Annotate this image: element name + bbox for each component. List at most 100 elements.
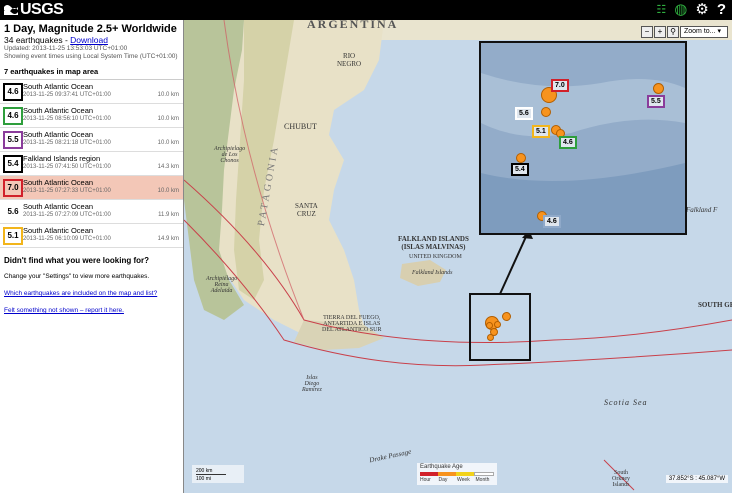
map-area-count: 7 earthquakes in map area: [4, 67, 99, 76]
earthquake-list-item[interactable]: 5.6 South Atlantic Ocean 2013-11-25 07:27:…: [0, 200, 183, 224]
magnitude-badge: 5.4: [3, 155, 23, 173]
feed-title: 1 Day, Magnitude 2.5+ Worldwide: [4, 23, 177, 35]
earthquake-place: South Atlantic Ocean: [23, 130, 94, 139]
earthquake-place: South Atlantic Ocean: [23, 82, 94, 91]
earthquake-place: South Atlantic Ocean: [23, 226, 94, 235]
label-chonos: Archipielago de Los Chonos: [214, 146, 246, 164]
earthquake-list-item[interactable]: 4.6 South Atlantic Ocean 2013-11-25 09:37:…: [0, 80, 183, 104]
earthquake-time: 2013-11-25 08:56:10 UTC+01:00: [23, 116, 111, 122]
label-diego-ramirez: Islas Diego Ramírez: [302, 375, 322, 393]
earthquake-depth: 14.9 km: [157, 236, 179, 242]
earthquake-list-item[interactable]: 5.1 South Atlantic Ocean 2013-11-25 06:10:…: [0, 224, 183, 248]
epicenter[interactable]: [494, 321, 501, 328]
inset-label-5-5: 5.5: [647, 95, 665, 108]
earthquake-time: 2013-11-25 06:10:09 UTC+01:00: [23, 236, 111, 242]
magnitude-badge: 4.6: [3, 107, 23, 125]
earthquake-time: 2013-11-25 08:21:18 UTC+01:00: [23, 140, 111, 146]
legend-color-month: [474, 472, 494, 476]
usgs-wave-icon: [4, 5, 18, 15]
magnitude-badge: 4.6: [3, 83, 23, 101]
label-rio-negro: RIO NEGRO: [337, 52, 362, 68]
earthquake-list-item[interactable]: 7.0 South Atlantic Ocean 2013-11-25 07:27:…: [0, 176, 183, 200]
earthquake-depth: 14.3 km: [157, 164, 179, 170]
epicenter[interactable]: [502, 312, 511, 321]
help-title: Didn't find what you were looking for?: [4, 256, 150, 265]
map-view[interactable]: ARGENTINA RIO NEGRO CHUBUT SANTA CRUZ PA…: [184, 20, 732, 493]
earthquake-list: 4.6 South Atlantic Ocean 2013-11-25 09:37:…: [0, 79, 183, 248]
inset-label-4-6: 4.6: [543, 215, 561, 228]
legend-color-week: [456, 472, 474, 476]
usgs-logo[interactable]: USGS: [4, 1, 64, 19]
label-reina-adelaida: Archipiélago Reina Adelaida: [206, 276, 238, 294]
updated-text: Updated: 2013-11-25 13:53:03 UTC+01:00: [4, 45, 128, 52]
zoom-to-label: Zoom to...: [684, 28, 716, 35]
earthquake-depth: 10.0 km: [157, 92, 179, 98]
timezone-note: Showing event times using Local System T…: [4, 53, 178, 60]
earthquake-sidebar: 1 Day, Magnitude 2.5+ Worldwide 34 earth…: [0, 20, 184, 493]
legend-hour: Hour: [420, 477, 431, 483]
which-earthquakes-link[interactable]: Which earthquakes are included on the ma…: [4, 290, 179, 297]
scale-bar: 200 km 100 mi: [192, 465, 244, 483]
zoom-inset: 7.0 5.5 5.6 5.1 4.6 5.4 4.6: [479, 41, 687, 235]
earthquake-time: 2013-11-25 07:27:09 UTC+01:00: [23, 212, 111, 218]
earthquake-time: 2013-11-25 07:41:50 UTC+01:00: [23, 164, 111, 170]
label-tierra-del-fuego: TIERRA DEL FUEGO, ANTARTIDA E ISLAS DEL …: [322, 315, 382, 333]
epicenter[interactable]: [487, 334, 494, 341]
label-santa-cruz: SANTA CRUZ: [295, 202, 318, 218]
earthquake-time: 2013-11-25 09:37:41 UTC+01:00: [23, 92, 111, 98]
inset-label-5-6: 5.6: [515, 107, 533, 120]
inset-relief: [481, 43, 685, 233]
legend-week: Week: [457, 477, 470, 483]
help-text: Change your "Settings" to view more eart…: [4, 273, 150, 280]
epicenter-5-6[interactable]: [541, 107, 551, 117]
zoom-in-button[interactable]: +: [654, 26, 666, 38]
settings-gear-icon[interactable]: ⚙: [695, 1, 708, 19]
earthquake-depth: 10.0 km: [157, 188, 179, 194]
epicenter-5-4[interactable]: [516, 153, 526, 163]
inset-label-7-0: 7.0: [551, 79, 569, 92]
label-argentina: ARGENTINA: [307, 20, 399, 31]
zoom-to-select[interactable]: Zoom to... ▾: [680, 26, 728, 38]
top-bar: USGS ☷ ◍ ⚙ ?: [0, 0, 732, 20]
earthquake-list-item[interactable]: 5.4 Falkland Islands region 2013-11-25 07:…: [0, 152, 183, 176]
earthquake-depth: 11.9 km: [158, 212, 179, 218]
label-falkland-islands: Falkland Islands: [412, 270, 453, 276]
earthquake-place: Falkland Islands region: [23, 154, 101, 163]
inset-label-4-6-green: 4.6: [559, 136, 577, 149]
legend-title: Earthquake Age: [420, 464, 463, 470]
help-icon[interactable]: ?: [717, 1, 726, 19]
label-scotia-sea: Scotia Sea: [604, 398, 648, 407]
inset-label-5-1: 5.1: [532, 125, 550, 138]
label-chubut: CHUBUT: [284, 122, 317, 131]
search-icon[interactable]: ⚲: [667, 26, 679, 38]
epicenter[interactable]: [486, 322, 493, 329]
report-link[interactable]: Felt something not shown – report it her…: [4, 307, 179, 314]
globe-icon[interactable]: ◍: [674, 1, 687, 19]
label-united-kingdom: UNITED KINGDOM: [409, 254, 462, 260]
label-falkland-right: Falkland F: [686, 206, 718, 214]
scale-mi: 100 mi: [196, 476, 212, 482]
inset-label-5-4: 5.4: [511, 163, 529, 176]
earthquake-list-item[interactable]: 5.5 South Atlantic Ocean 2013-11-25 08:21:…: [0, 128, 183, 152]
zoom-controls: − + ⚲ Zoom to... ▾: [641, 26, 728, 38]
label-south-orkney: South Orkney Islands: [612, 470, 630, 488]
brand-name: USGS: [20, 1, 64, 18]
earthquake-list-item[interactable]: 4.6 South Atlantic Ocean 2013-11-25 08:56:…: [0, 104, 183, 128]
list-icon[interactable]: ☷: [656, 1, 666, 19]
magnitude-badge: 7.0: [3, 179, 23, 197]
earthquake-depth: 10.0 km: [157, 140, 179, 146]
earthquake-age-legend: Earthquake Age Hour Day Week Month: [417, 463, 497, 485]
label-south-georgia: SOUTH GE: [698, 301, 732, 309]
earthquake-place: South Atlantic Ocean: [23, 106, 94, 115]
legend-color-hour: [420, 472, 438, 476]
scale-km: 200 km: [196, 468, 226, 475]
epicenter-5-5[interactable]: [653, 83, 664, 94]
earthquake-place: South Atlantic Ocean: [23, 178, 94, 187]
earthquake-depth: 10.0 km: [157, 116, 179, 122]
count-text: 34 earthquakes -: [4, 35, 71, 45]
legend-month: Month: [475, 477, 490, 483]
download-link[interactable]: Download: [70, 35, 108, 45]
zoom-out-button[interactable]: −: [641, 26, 653, 38]
magnitude-badge: 5.6: [3, 203, 23, 221]
label-falkland-islands-country: FALKLAND ISLANDS (ISLAS MALVINAS): [398, 235, 469, 251]
